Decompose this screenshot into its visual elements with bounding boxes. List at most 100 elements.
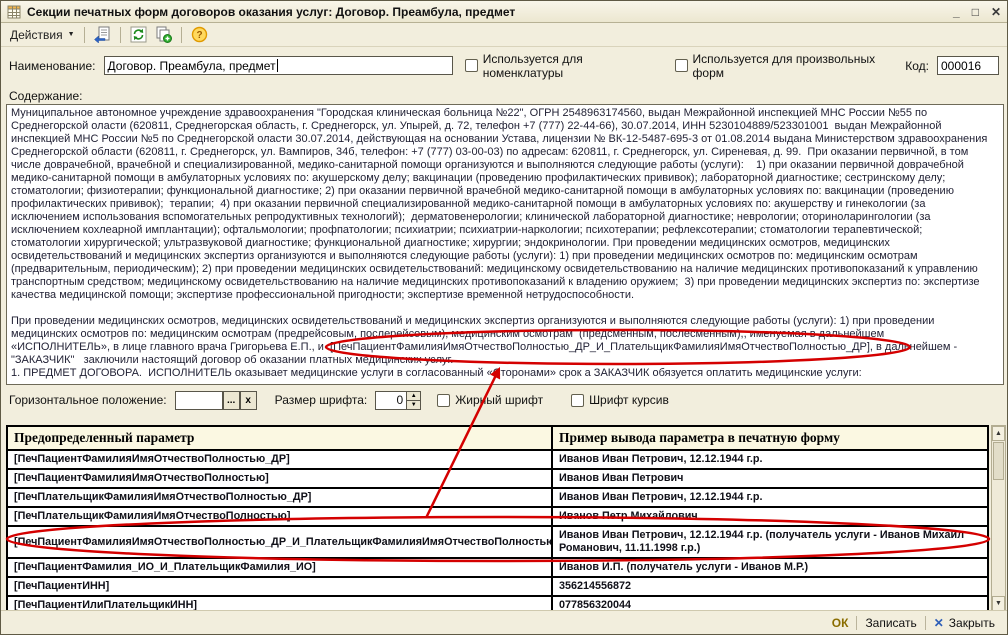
code-group: Код: 000016 <box>905 56 999 75</box>
checkbox-italic[interactable]: Шрифт курсив <box>571 393 669 407</box>
content-line: Среднегорской области (620811, г. Средне… <box>11 146 999 159</box>
example-cell[interactable]: Иванов Иван Петрович, 12.12.1944 г.р. <box>552 450 988 469</box>
parameter-cell[interactable]: [ПечПациентФамилияИмяОтчествоПолностью_Д… <box>7 450 552 469</box>
checkbox-nomenclature-label: Используется для номенклатуры <box>483 52 663 80</box>
example-cell[interactable]: Иванов Петр Михайлович <box>552 507 988 526</box>
scroll-down-icon[interactable]: ▼ <box>992 596 1005 611</box>
title-bar: Секции печатных форм договоров оказания … <box>1 1 1007 23</box>
content-line: исключением кохлеарной имплантации); офт… <box>11 224 999 237</box>
content-line: стоматологии хирургической; ультразвуков… <box>11 237 999 250</box>
name-label: Наименование: <box>9 59 96 73</box>
checkbox-box[interactable] <box>465 59 478 72</box>
toolbar-separator <box>84 27 85 43</box>
example-cell[interactable]: Иванов И.П. (получатель услуги - Иванов … <box>552 558 988 577</box>
column-header-parameter[interactable]: Предопределенный параметр <box>7 426 552 450</box>
content-line: "ЗАКАЗЧИК" заключили настоящий договор о… <box>11 354 999 367</box>
table-row[interactable]: [ПечПациентФамилияИмяОтчествоПолностью] … <box>7 469 988 488</box>
checkbox-nomenclature[interactable]: Используется для номенклатуры <box>465 52 663 80</box>
code-input[interactable]: 000016 <box>937 56 999 75</box>
checkbox-box[interactable] <box>675 59 688 72</box>
parameter-cell[interactable]: [ПечПациентИНН] <box>7 577 552 596</box>
help-button[interactable]: ? <box>187 24 212 45</box>
actions-menu-label: Действия <box>10 28 63 42</box>
parameter-cell[interactable]: [ПечПациентФамилияИмяОтчествоПолностью_Д… <box>7 526 552 558</box>
help-icon: ? <box>191 26 208 43</box>
footer-separator <box>856 616 857 630</box>
ok-button[interactable]: ОК <box>832 616 849 630</box>
position-input[interactable] <box>175 391 223 410</box>
content-line: Среднегорской оласти (620811, Среднегорс… <box>11 120 999 133</box>
checkbox-bold-label: Жирный шрифт <box>455 393 543 407</box>
checkbox-box[interactable] <box>571 394 584 407</box>
checkbox-bold[interactable]: Жирный шрифт <box>437 393 543 407</box>
content-line: исключением использования вспомогательны… <box>11 211 999 224</box>
content-line: (предварительным, периодическим); 2) при… <box>11 263 999 276</box>
refresh-button[interactable] <box>126 24 151 45</box>
position-field-group: ... x <box>175 391 257 410</box>
content-line: качества медицинской помощи; экспертизе … <box>11 289 999 302</box>
position-label: Горизонтальное положение: <box>9 393 167 407</box>
format-controls-row: Горизонтальное положение: ... x Размер ш… <box>9 389 999 411</box>
checkbox-italic-label: Шрифт курсив <box>589 393 669 407</box>
table-row[interactable]: [ПечПациентФамилияИмяОтчествоПолностью_Д… <box>7 526 988 558</box>
scrollbar-thumb[interactable] <box>993 442 1004 480</box>
parameter-cell[interactable]: [ПечПациентФамилия_ИО_И_ПлательщикФамили… <box>7 558 552 577</box>
table-row[interactable]: [ПечПациентФамилияИмяОтчествоПолностью_Д… <box>7 450 988 469</box>
maximize-button[interactable]: □ <box>972 2 979 22</box>
example-cell[interactable]: 356214556872 <box>552 577 988 596</box>
table-row[interactable]: [ПечПациентФамилия_ИО_И_ПлательщикФамили… <box>7 558 988 577</box>
example-cell[interactable]: Иванов Иван Петрович <box>552 469 988 488</box>
name-value: Договор. Преамбула, предмет <box>108 59 276 73</box>
close-x-icon: ✕ <box>934 616 944 630</box>
code-value: 000016 <box>941 59 981 73</box>
content-line: медико-санитарной помощи в амбулаторных … <box>11 172 999 185</box>
scroll-up-icon[interactable]: ▲ <box>992 426 1005 441</box>
column-header-example[interactable]: Пример вывода параметра в печатную форму <box>552 426 988 450</box>
example-cell[interactable]: Иванов Иван Петрович, 12.12.1944 г.р. <box>552 488 988 507</box>
table-row[interactable]: [ПечПлательщикФамилияИмяОтчествоПолность… <box>7 488 988 507</box>
checkbox-custom-forms-label: Используется для произвольных форм <box>693 52 906 80</box>
close-button-label: Закрыть <box>949 616 995 630</box>
name-input[interactable]: Договор. Преамбула, предмет <box>104 56 453 75</box>
position-ellipsis-button[interactable]: ... <box>223 391 240 410</box>
reread-icon <box>94 26 111 43</box>
close-dialog-button[interactable]: ✕ Закрыть <box>934 616 995 630</box>
close-button[interactable]: ✕ <box>991 2 1001 22</box>
content-line: транспортным средством; медицинскому осв… <box>11 276 999 289</box>
dialog-window: Секции печатных форм договоров оказания … <box>0 0 1008 635</box>
checkbox-box[interactable] <box>437 394 450 407</box>
toolbar: Действия ▼ <box>1 23 1007 47</box>
font-size-stepper[interactable]: 0 ▲ ▼ <box>375 391 421 410</box>
position-clear-button[interactable]: x <box>240 391 257 410</box>
spin-up-icon[interactable]: ▲ <box>407 392 420 401</box>
parameter-cell[interactable]: [ПечПлательщикФамилияИмяОтчествоПолность… <box>7 507 552 526</box>
copy-button[interactable] <box>151 24 176 45</box>
parameter-cell[interactable]: [ПечПлательщикФамилияИмяОтчествоПолность… <box>7 488 552 507</box>
example-cell[interactable]: Иванов Иван Петрович, 12.12.1944 г.р. (п… <box>552 526 988 558</box>
checkbox-custom-forms[interactable]: Используется для произвольных форм <box>675 52 906 80</box>
window-table-icon <box>7 5 21 19</box>
content-line <box>11 302 999 315</box>
refresh-icon <box>130 26 147 43</box>
font-size-value[interactable]: 0 <box>376 392 406 409</box>
content-line: инспекцией МНС России №5 по Среднегорско… <box>11 133 999 146</box>
table-row[interactable]: [ПечПациентИНН] 356214556872 <box>7 577 988 596</box>
spin-down-icon[interactable]: ▼ <box>407 401 420 409</box>
content-line: профилактических прививок); терапии; 4) … <box>11 198 999 211</box>
table-row[interactable]: [ПечПлательщикФамилияИмяОтчествоПолность… <box>7 507 988 526</box>
minimize-button[interactable]: _ <box>953 2 960 22</box>
parameter-cell[interactable]: [ПечПациентФамилияИмяОтчествоПолностью] <box>7 469 552 488</box>
content-editor[interactable]: Муниципальное автономное учреждение здра… <box>6 104 1004 385</box>
reread-button[interactable] <box>90 24 115 45</box>
table-header-row: Предопределенный параметр Пример вывода … <box>7 426 988 450</box>
actions-menu-button[interactable]: Действия ▼ <box>6 26 79 44</box>
footer-bar: ОК Записать ✕ Закрыть <box>1 610 1007 634</box>
toolbar-separator <box>120 27 121 43</box>
window-title: Секции печатных форм договоров оказания … <box>27 5 515 19</box>
text-cursor <box>277 59 278 72</box>
content-line: медицинских осмотров по: медицинским осм… <box>11 328 999 341</box>
save-button[interactable]: Записать <box>865 616 916 630</box>
footer-separator <box>925 616 926 630</box>
table-scrollbar[interactable]: ▲ ▼ <box>991 425 1006 612</box>
ok-button-label: ОК <box>832 616 849 630</box>
